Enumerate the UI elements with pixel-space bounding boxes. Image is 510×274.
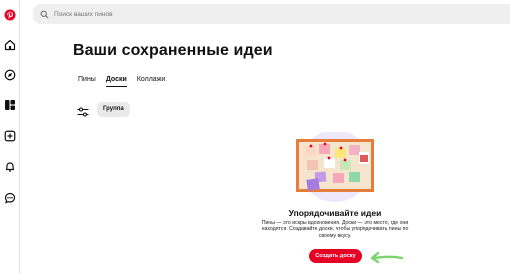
page-title: Ваши сохраненные идеи <box>73 42 273 59</box>
search-bar[interactable] <box>33 4 510 24</box>
search-icon <box>40 10 49 19</box>
empty-state-description: Пины — это искры вдохновения. Доски — эт… <box>261 220 409 239</box>
home-icon[interactable] <box>3 38 17 52</box>
boards-icon[interactable] <box>3 98 17 112</box>
corkboard-illustration <box>285 130 385 204</box>
search-input[interactable] <box>54 10 254 18</box>
messages-icon[interactable] <box>3 191 17 205</box>
tab-boards[interactable]: Доски <box>105 76 127 87</box>
create-board-button[interactable]: Создать доску <box>309 249 362 263</box>
create-icon[interactable] <box>3 129 17 143</box>
pinterest-logo-icon[interactable] <box>3 8 17 22</box>
tab-pins[interactable]: Пины <box>78 76 96 87</box>
empty-state-title: Упорядочивайте идеи <box>288 208 382 218</box>
annotation-arrow-icon <box>368 250 404 264</box>
notifications-icon[interactable] <box>3 160 17 174</box>
tab-collages[interactable]: Коллажи <box>137 76 165 87</box>
explore-icon[interactable] <box>3 68 17 82</box>
filter-sliders-icon[interactable] <box>77 104 89 117</box>
group-chip[interactable]: Группа <box>97 102 130 117</box>
content-tabs: Пины Доски Коллажи <box>78 76 175 87</box>
sidebar-nav <box>0 0 20 274</box>
